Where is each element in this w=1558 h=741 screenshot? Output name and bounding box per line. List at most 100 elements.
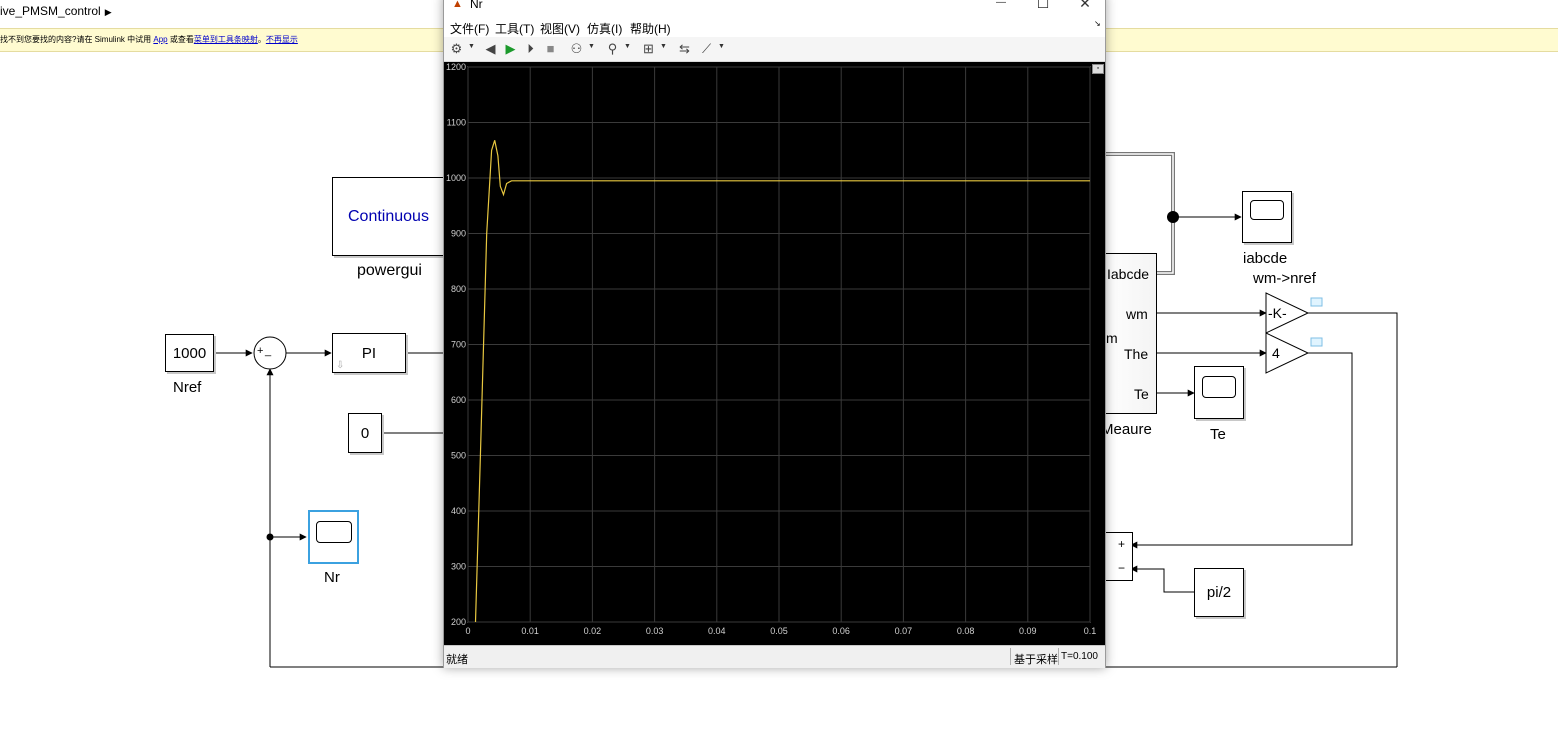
step-forward-icon[interactable]: ⏵ (522, 40, 539, 57)
x-tick-label: 0.04 (708, 626, 726, 636)
y-tick-label: 1000 (446, 173, 466, 183)
measure-dropdown-icon[interactable]: ▼ (718, 43, 725, 50)
nr-scope-screen-icon (315, 521, 352, 543)
y-tick-label: 500 (451, 451, 466, 461)
minimize-button[interactable]: — (984, 0, 1018, 13)
measure-icon[interactable]: ⟋ (698, 40, 715, 57)
menu-help[interactable]: 帮助(H) (630, 20, 671, 37)
status-mode: 基于采样 (1014, 654, 1058, 666)
scope-statusbar: 就绪 基于采样 T=0.100 (444, 645, 1105, 668)
gain-wm-label: wm->nref (1253, 270, 1316, 287)
powergui-block[interactable]: Continuous (332, 177, 450, 256)
menu-simulation[interactable]: 仿真(I) (587, 20, 622, 37)
pi2-constant-block[interactable]: pi/2 (1194, 568, 1244, 617)
menu-tools[interactable]: 工具(T) (495, 20, 534, 37)
x-tick-label: 0.05 (770, 626, 788, 636)
y-tick-label: 200 (451, 617, 466, 627)
x-tick-label: 0.06 (832, 626, 850, 636)
scope-menubar: 文件(F) 工具(T) 视图(V) 仿真(I) 帮助(H) ↘ (444, 15, 1105, 37)
zoom-icon[interactable]: ⚲ (604, 40, 621, 57)
scope-window[interactable]: ▲ Nr — ☐ ✕ 文件(F) 工具(T) 视图(V) 仿真(I) 帮助(H)… (443, 0, 1106, 668)
nr-scope-block[interactable] (308, 510, 359, 564)
feedback-junction (266, 533, 274, 541)
menu-view[interactable]: 视图(V) (540, 20, 580, 37)
autoscale-icon[interactable]: ⊞ (640, 40, 657, 57)
zero-value: 0 (360, 424, 370, 442)
measure-label: Meaure (1101, 421, 1152, 438)
gain-wm-value: -K- (1268, 305, 1287, 321)
iabcde-scope-screen-icon (1250, 200, 1284, 220)
powergui-label: powergui (357, 262, 422, 279)
y-tick-label: 400 (451, 506, 466, 516)
sum-minus-sign: _ (265, 345, 272, 357)
pi-controller-block[interactable]: PI ⇩ (332, 333, 406, 373)
y-tick-label: 1100 (447, 118, 466, 128)
measure-block[interactable]: Iabcde wm m The Te (1100, 253, 1157, 414)
settings-dropdown-icon[interactable]: ▼ (468, 43, 475, 50)
settings-icon[interactable]: ⚙ (448, 40, 465, 57)
y-tick-label: 300 (451, 562, 466, 572)
measure-port-te: Te (1134, 386, 1149, 402)
te-scope-screen-icon (1202, 375, 1236, 398)
close-button[interactable]: ✕ (1068, 0, 1102, 13)
x-tick-label: 0.07 (895, 626, 913, 636)
highlight-icon[interactable]: ⚇ (568, 40, 585, 57)
x-tick-label: 0.03 (646, 626, 664, 636)
status-time: T=0.100 (1061, 651, 1098, 662)
run-icon[interactable]: ▶ (502, 40, 519, 57)
sum2-minus-sign: − (1118, 561, 1126, 575)
y-tick-label: 600 (451, 395, 466, 405)
x-tick-label: 0 (465, 626, 470, 636)
scope-toolbar: ⚙ ▼ ◀ ▶ ⏵ ■ ⚇ ▼ ⚲ ▼ ⊞ ▼ ⇆ ⟋ ▼ (444, 37, 1105, 62)
gain-wm-badge-icon (1310, 297, 1323, 307)
menu-file[interactable]: 文件(F) (450, 20, 489, 37)
wire-feedback-scope (269, 533, 307, 667)
autoscale-dropdown-icon[interactable]: ▼ (660, 43, 667, 50)
y-tick-label: 900 (451, 229, 466, 239)
measure-partial-text: m (1106, 330, 1118, 346)
zero-constant-block[interactable]: 0 (348, 413, 382, 453)
status-separator (1010, 648, 1011, 665)
y-tick-label: 1200 (446, 62, 466, 72)
undock-axes-icon[interactable]: ▫ (1092, 64, 1104, 74)
powergui-text: Continuous (348, 207, 429, 225)
iabcde-scope-label: iabcde (1243, 250, 1288, 267)
bus-junction (1167, 211, 1179, 223)
matlab-logo-icon: ▲ (452, 0, 463, 10)
status-ready: 就绪 (446, 654, 468, 666)
x-tick-label: 0.02 (584, 626, 602, 636)
gain-the-badge-icon (1310, 337, 1323, 347)
highlight-dropdown-icon[interactable]: ▼ (588, 43, 595, 50)
measure-port-the: The (1124, 346, 1149, 362)
step-back-icon[interactable]: ◀ (482, 40, 499, 57)
status-separator (1058, 648, 1059, 665)
pi2-value: pi/2 (1206, 584, 1232, 601)
maximize-button[interactable]: ☐ (1026, 0, 1060, 13)
pi-download-icon: ⇩ (336, 360, 345, 371)
te-scope-block[interactable] (1194, 366, 1244, 419)
scope-window-title: Nr (470, 0, 483, 11)
nref-value: 1000 (172, 344, 207, 362)
measure-port-wm: wm (1126, 306, 1148, 322)
zoom-dropdown-icon[interactable]: ▼ (624, 43, 631, 50)
sum2-plus-sign: + (1118, 537, 1126, 551)
menubar-dock-icon[interactable]: ↘ (1094, 19, 1101, 28)
pi-text: PI (361, 344, 377, 362)
y-tick-label: 800 (451, 284, 466, 294)
scope-chart[interactable]: 0 0.01 0.02 0.03 0.04 0.05 0.06 0.07 0.08 0.09 0.1… (444, 62, 1105, 645)
x-tick-label: 0.1 (1084, 626, 1097, 636)
scope-titlebar[interactable]: ▲ Nr — ☐ ✕ (444, 0, 1105, 15)
scope-axes-area[interactable]: 0 0.01 0.02 0.03 0.04 0.05 0.06 0.07 0.08 0.09 0.1… (444, 62, 1105, 645)
x-tick-label: 0.08 (957, 626, 975, 636)
nref-constant-block[interactable]: 1000 (165, 334, 214, 372)
te-scope-label: Te (1210, 426, 1226, 443)
stop-icon[interactable]: ■ (542, 40, 559, 57)
nref-label: Nref (173, 379, 202, 396)
measure-port-iabcde: Iabcde (1107, 266, 1150, 282)
wire-pi2-sum2 (1130, 565, 1194, 593)
x-tick-label: 0.01 (521, 626, 539, 636)
nr-scope-label: Nr (324, 569, 340, 586)
trigger-icon[interactable]: ⇆ (676, 40, 693, 57)
x-tick-label: 0.09 (1019, 626, 1037, 636)
iabcde-scope-block[interactable] (1242, 191, 1292, 243)
